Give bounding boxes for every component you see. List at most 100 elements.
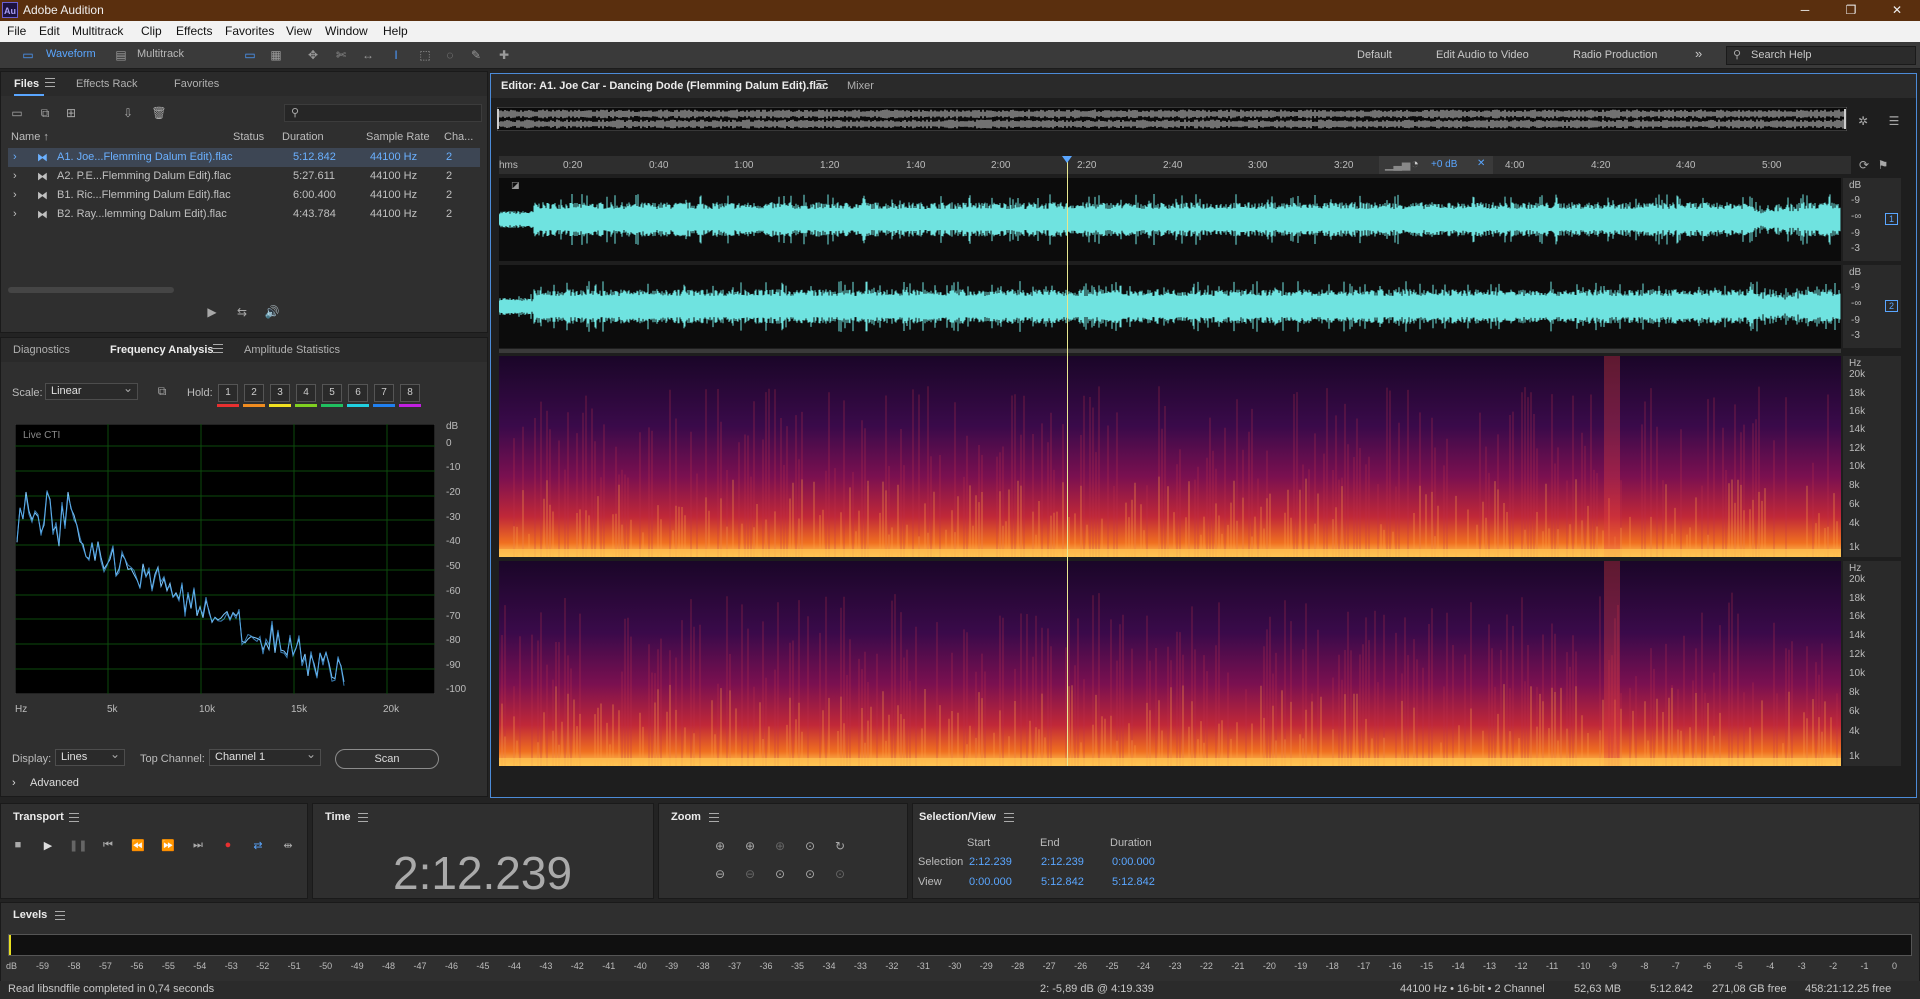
- advanced-expand-icon[interactable]: ›: [12, 777, 16, 789]
- zoom-selection-icon[interactable]: ⊕: [772, 838, 788, 854]
- editor-panel-menu-icon[interactable]: [816, 80, 826, 89]
- files-panel-menu-icon[interactable]: [45, 78, 55, 87]
- view-divider[interactable]: [499, 349, 1841, 353]
- playhead[interactable]: [1062, 156, 1072, 766]
- spectral-frequency-icon[interactable]: ▭: [242, 47, 258, 63]
- new-file-icon[interactable]: ⊞: [63, 105, 79, 121]
- go-to-end-button[interactable]: ⏭: [189, 839, 207, 855]
- scale-dropdown[interactable]: Linear: [45, 381, 138, 400]
- expand-icon[interactable]: ›: [13, 208, 17, 220]
- menu-view[interactable]: View: [286, 24, 312, 38]
- volume-knob-icon[interactable]: ◔: [1411, 156, 1419, 171]
- channel-2-badge[interactable]: 2: [1885, 300, 1899, 312]
- expand-icon[interactable]: ›: [13, 151, 17, 163]
- hud-volume[interactable]: ▁▃▅ ◔ +0 dB ✕: [1379, 156, 1493, 174]
- menu-multitrack[interactable]: Multitrack: [72, 24, 123, 38]
- waveform-channel-2[interactable]: [498, 265, 1841, 348]
- snap-icon[interactable]: ⟳: [1856, 157, 1872, 173]
- record-button[interactable]: ●: [219, 839, 237, 855]
- zoom-out-time-icon[interactable]: ⊖: [742, 866, 758, 882]
- fast-forward-button[interactable]: ⏩: [159, 839, 177, 855]
- paintbrush-tool-icon[interactable]: ✎: [468, 47, 484, 63]
- minimize-button[interactable]: ─: [1782, 0, 1828, 21]
- open-file-icon[interactable]: ▭: [9, 105, 25, 121]
- zoom-to-left-icon[interactable]: ⊙: [772, 866, 788, 882]
- hold-button-3[interactable]: 3: [270, 384, 290, 402]
- expand-icon[interactable]: ›: [13, 189, 17, 201]
- reset-zoom-icon[interactable]: ↻: [832, 838, 848, 854]
- column-duration[interactable]: Duration: [282, 131, 324, 143]
- multitrack-button[interactable]: Multitrack: [137, 48, 184, 60]
- menu-favorites[interactable]: Favorites: [225, 24, 274, 38]
- zoom-full-icon[interactable]: ⊙: [832, 866, 848, 882]
- tab-editor[interactable]: Editor: A1. Joe Car - Dancing Dode (Flem…: [501, 80, 828, 92]
- selection-duration[interactable]: 0:00.000: [1112, 856, 1155, 868]
- tab-diagnostics[interactable]: Diagnostics: [13, 344, 70, 356]
- levels-menu-icon[interactable]: [55, 911, 65, 920]
- hold-button-5[interactable]: 5: [322, 384, 342, 402]
- hold-button-4[interactable]: 4: [296, 384, 316, 402]
- workspace-default[interactable]: Default: [1357, 49, 1392, 61]
- hold-button-6[interactable]: 6: [348, 384, 368, 402]
- time-menu-icon[interactable]: [358, 813, 368, 822]
- view-end[interactable]: 5:12.842: [1041, 876, 1084, 888]
- view-duration[interactable]: 5:12.842: [1112, 876, 1155, 888]
- marquee-tool-icon[interactable]: ⬚: [417, 47, 433, 63]
- advanced-label[interactable]: Advanced: [30, 777, 79, 789]
- hold-button-7[interactable]: 7: [374, 384, 394, 402]
- stop-button[interactable]: ■: [9, 839, 27, 855]
- rewind-button[interactable]: ⏪: [129, 839, 147, 855]
- zoom-in-time-icon[interactable]: ⊕: [742, 838, 758, 854]
- zoom-out-amplitude-icon[interactable]: ⊖: [712, 866, 728, 882]
- menu-clip[interactable]: Clip: [141, 24, 162, 38]
- loop-button[interactable]: ⇄: [249, 839, 267, 855]
- file-row[interactable]: › ⧓ B2. Ray...lemming Dalum Edit).flac 4…: [8, 205, 480, 224]
- import-file-icon[interactable]: ⧉: [37, 105, 53, 121]
- display-dropdown[interactable]: Lines: [55, 747, 125, 766]
- maximize-button[interactable]: ❐: [1828, 0, 1874, 21]
- expand-icon[interactable]: ›: [13, 170, 17, 182]
- time-selection-tool-icon[interactable]: I: [388, 47, 404, 63]
- selection-start[interactable]: 2:12.239: [969, 856, 1012, 868]
- selection-view-menu-icon[interactable]: [1004, 813, 1014, 822]
- view-start[interactable]: 0:00.000: [969, 876, 1012, 888]
- hold-button-1[interactable]: 1: [218, 384, 238, 402]
- slip-tool-icon[interactable]: ↔: [360, 47, 376, 63]
- column-name[interactable]: Name ↑: [11, 131, 49, 143]
- zoom-to-right-icon[interactable]: ⊙: [802, 866, 818, 882]
- close-button[interactable]: ✕: [1874, 0, 1920, 21]
- tab-amplitude-statistics[interactable]: Amplitude Statistics: [244, 344, 340, 356]
- menu-edit[interactable]: Edit: [39, 24, 60, 38]
- lasso-tool-icon[interactable]: ◌: [442, 47, 458, 63]
- column-status[interactable]: Status: [233, 131, 264, 143]
- file-row[interactable]: › ⧓ A1. Joe...Flemming Dalum Edit).flac …: [8, 148, 480, 167]
- waveform-button[interactable]: Waveform: [46, 48, 96, 60]
- menu-file[interactable]: File: [7, 24, 26, 38]
- tab-frequency-analysis[interactable]: Frequency Analysis: [110, 344, 214, 356]
- tab-favorites[interactable]: Favorites: [174, 78, 219, 90]
- top-channel-dropdown[interactable]: Channel 1: [209, 747, 321, 766]
- razor-tool-icon[interactable]: ✄: [333, 47, 349, 63]
- hold-button-2[interactable]: 2: [244, 384, 264, 402]
- workspace-edit-audio-to-video[interactable]: Edit Audio to Video: [1436, 49, 1529, 61]
- file-row[interactable]: › ⧓ A2. P.E...Flemming Dalum Edit).flac …: [8, 167, 480, 186]
- go-to-start-button[interactable]: ⏮: [99, 839, 117, 855]
- play-button[interactable]: ▶: [39, 839, 57, 855]
- timeline-ruler[interactable]: hms 0:20 0:40 1:00 1:20 1:40 2:00 2:20 2…: [499, 156, 1851, 174]
- column-channels[interactable]: Cha...: [444, 131, 473, 143]
- file-row[interactable]: › ⧓ B1. Ric...Flemming Dalum Edit).flac …: [8, 186, 480, 205]
- playhead-marker-icon[interactable]: [1062, 156, 1072, 163]
- editor-options-icon[interactable]: ☰: [1886, 113, 1902, 129]
- spot-healing-tool-icon[interactable]: ✚: [496, 47, 512, 63]
- tab-effects-rack[interactable]: Effects Rack: [76, 78, 138, 90]
- channel-1-badge[interactable]: 1: [1885, 213, 1899, 225]
- marker-icon[interactable]: ⚑: [1875, 157, 1891, 173]
- overview-waveform[interactable]: [497, 107, 1847, 131]
- tab-mixer[interactable]: Mixer: [847, 80, 874, 92]
- menu-help[interactable]: Help: [383, 24, 408, 38]
- spectral-channel-2[interactable]: [499, 561, 1841, 766]
- autoplay-icon[interactable]: 🔊: [264, 304, 280, 320]
- loop-preview-icon[interactable]: ⇆: [234, 304, 250, 320]
- spectral-channel-1[interactable]: [499, 356, 1841, 557]
- analysis-panel-menu-icon[interactable]: [213, 344, 223, 353]
